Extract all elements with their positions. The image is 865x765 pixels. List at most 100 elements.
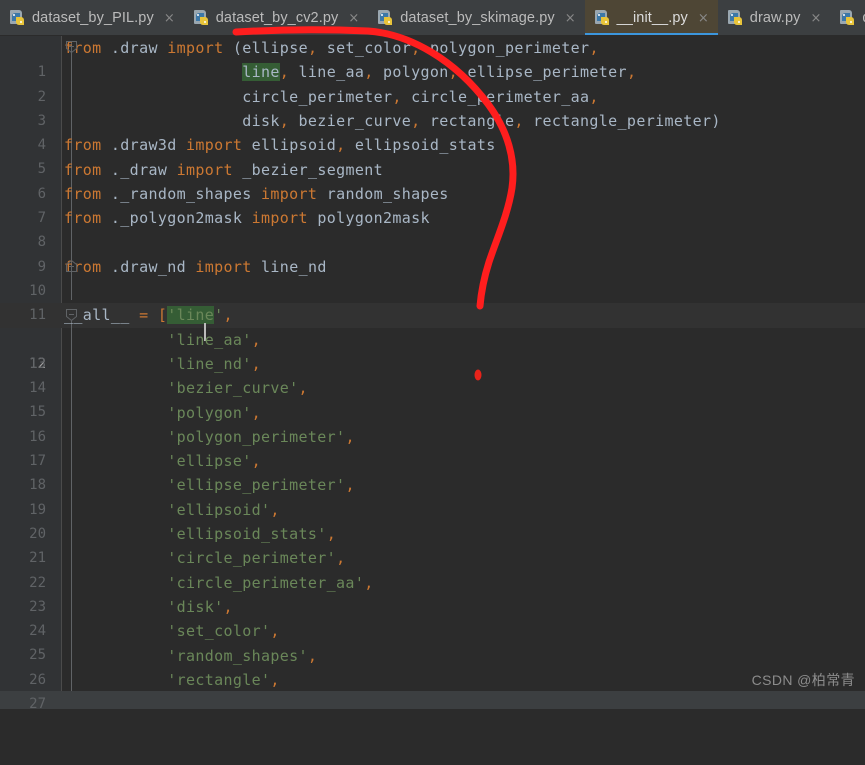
code-text[interactable]: disk, bezier_curve, rectangle, rectangle… (64, 109, 721, 133)
line-number: 13 (29, 355, 46, 372)
line-number: 25 (29, 647, 46, 664)
tab-init-py[interactable]: __init__.py × (584, 0, 718, 35)
code-line[interactable]: 26 'random_shapes', (0, 644, 865, 688)
code-line[interactable]: 7 from ._random_shapes import random_sha… (0, 182, 865, 226)
tab-dataset-by-pil[interactable]: dataset_by_PIL.py × (0, 0, 184, 35)
code-line[interactable]: 6 from ._draw import _bezier_segment (0, 158, 865, 202)
csdn-watermark: CSDN @柏常青 (751, 672, 855, 688)
code-text[interactable]: 'polygon_perimeter', (64, 425, 355, 449)
line-number: 15 (29, 404, 46, 421)
line-number: 21 (29, 550, 46, 567)
code-line[interactable]: 15 'bezier_curve', (0, 376, 865, 420)
code-line[interactable]: 13 'line_aa', (0, 328, 865, 372)
code-line[interactable]: 24 'disk', (0, 595, 865, 639)
code-text[interactable]: from ._draw import _bezier_segment (64, 158, 383, 182)
code-text[interactable]: line, line_aa, polygon, ellipse_perimete… (64, 60, 636, 84)
code-line[interactable]: 2 line, line_aa, polygon, ellipse_perime… (0, 60, 865, 105)
line-number: 9 (37, 258, 46, 275)
tab-label: dataset_by_skimage.py (400, 10, 555, 26)
code-line[interactable]: 8 from ._polygon2mask import polygon2mas… (0, 206, 865, 250)
line-number: 22 (29, 574, 46, 591)
line-number: 14 (29, 380, 46, 397)
code-text[interactable]: from .draw import (ellipse, set_color, p… (64, 36, 599, 60)
code-text[interactable]: 'polygon', (64, 401, 261, 425)
close-icon[interactable]: × (698, 12, 709, 25)
code-text[interactable]: 'rectangle', (64, 668, 280, 692)
code-line[interactable]: 20 'ellipsoid', (0, 498, 865, 542)
line-number: 1 (37, 64, 46, 81)
code-text[interactable]: 'random_shapes', (64, 644, 317, 668)
line-number: 18 (29, 477, 46, 494)
code-text[interactable]: from .draw3d import ellipsoid, ellipsoid… (64, 133, 496, 157)
code-line[interactable]: 1 from .draw import (ellipse, set_color,… (0, 36, 865, 80)
code-text[interactable]: 'ellipse', (64, 449, 261, 473)
code-line[interactable]: 19 'ellipse_perimeter', (0, 473, 865, 517)
tab-data-truncated[interactable]: data (830, 0, 865, 35)
line-number: 7 (37, 210, 46, 227)
code-line[interactable]: 5 from .draw3d import ellipsoid, ellipso… (0, 133, 865, 177)
code-line[interactable]: 9 (0, 230, 865, 275)
code-text[interactable]: from ._random_shapes import random_shape… (64, 182, 449, 206)
editor-tab-bar[interactable]: dataset_by_PIL.py × dataset_by_cv2.py × … (0, 0, 865, 36)
code-line[interactable]: 25 'set_color', (0, 619, 865, 663)
close-icon[interactable]: × (810, 12, 821, 25)
code-text[interactable]: 'set_color', (64, 619, 280, 643)
line-number: 2 (37, 88, 46, 105)
line-number: 19 (29, 501, 46, 518)
code-text[interactable]: 'circle_perimeter', (64, 546, 345, 570)
code-text[interactable]: 'ellipsoid_stats', (64, 522, 336, 546)
line-number: 23 (29, 598, 46, 615)
line-number: 4 (37, 137, 46, 154)
code-line[interactable]: 17 'polygon_perimeter', (0, 425, 865, 469)
python-file-icon (594, 10, 611, 26)
code-line[interactable]: 3 circle_perimeter, circle_perimeter_aa, (0, 85, 865, 129)
line-number: 6 (37, 185, 46, 202)
line-number: 26 (29, 671, 46, 688)
code-line[interactable]: 14 'line_nd', (0, 352, 865, 396)
fold-marker-icon[interactable] (66, 309, 77, 321)
code-line[interactable]: 23 'circle_perimeter_aa', (0, 571, 865, 615)
code-line[interactable]: 4 disk, bezier_curve, rectangle, rectang… (0, 109, 865, 153)
python-file-icon (193, 10, 210, 26)
close-icon[interactable]: × (164, 12, 175, 25)
code-text[interactable]: 'bezier_curve', (64, 376, 308, 400)
code-text[interactable]: 'disk', (64, 595, 233, 619)
code-line[interactable]: 21 'ellipsoid_stats', (0, 522, 865, 566)
tab-label: draw.py (749, 10, 801, 26)
tab-dataset-by-skimage[interactable]: dataset_by_skimage.py × (368, 0, 584, 35)
tab-dataset-by-cv2[interactable]: dataset_by_cv2.py × (184, 0, 369, 35)
code-line[interactable]: 22 'circle_perimeter', (0, 546, 865, 590)
code-line[interactable]: 16 'polygon', (0, 401, 865, 445)
code-line[interactable]: 27 'rectangle', (0, 668, 865, 712)
line-number: 11 (29, 307, 46, 324)
code-editor[interactable]: 1 from .draw import (ellipse, set_color,… (0, 36, 865, 712)
code-text[interactable]: 'circle_perimeter_aa', (64, 571, 374, 595)
close-icon[interactable]: × (348, 12, 359, 25)
tab-draw-py[interactable]: draw.py × (718, 0, 831, 35)
line-number: 27 (29, 696, 46, 713)
code-line[interactable]: 11 (0, 279, 865, 323)
python-file-icon (378, 10, 394, 26)
code-text[interactable]: from .draw_nd import line_nd (64, 255, 327, 279)
fold-marker-icon[interactable] (66, 41, 77, 53)
python-file-icon (727, 10, 744, 26)
code-text[interactable]: from ._polygon2mask import polygon2mask (64, 206, 430, 230)
tab-label: __init__.py (616, 10, 688, 26)
python-file-icon (840, 10, 856, 26)
code-text[interactable]: 'ellipse_perimeter', (64, 473, 355, 497)
line-number: 3 (37, 112, 46, 129)
code-text[interactable]: circle_perimeter, circle_perimeter_aa, (64, 85, 599, 109)
line-number: 10 (29, 282, 46, 299)
close-icon[interactable]: × (565, 12, 576, 25)
bottom-status-strip (0, 691, 865, 709)
code-text[interactable]: 'line_nd', (64, 352, 261, 376)
fold-marker-icon[interactable] (66, 260, 77, 272)
line-number: 16 (29, 428, 46, 445)
code-line[interactable]: 10 from .draw_nd import line_nd (0, 255, 865, 299)
code-text[interactable]: 'ellipsoid', (64, 498, 280, 522)
code-text[interactable]: 'line_aa', (64, 328, 261, 352)
code-text[interactable]: __all__ = ['line', (64, 303, 233, 342)
tab-label: dataset_by_cv2.py (215, 10, 339, 26)
code-line-current[interactable]: 12 __all__ = ['line', (0, 303, 865, 372)
code-line[interactable]: 18 'ellipse', (0, 449, 865, 493)
